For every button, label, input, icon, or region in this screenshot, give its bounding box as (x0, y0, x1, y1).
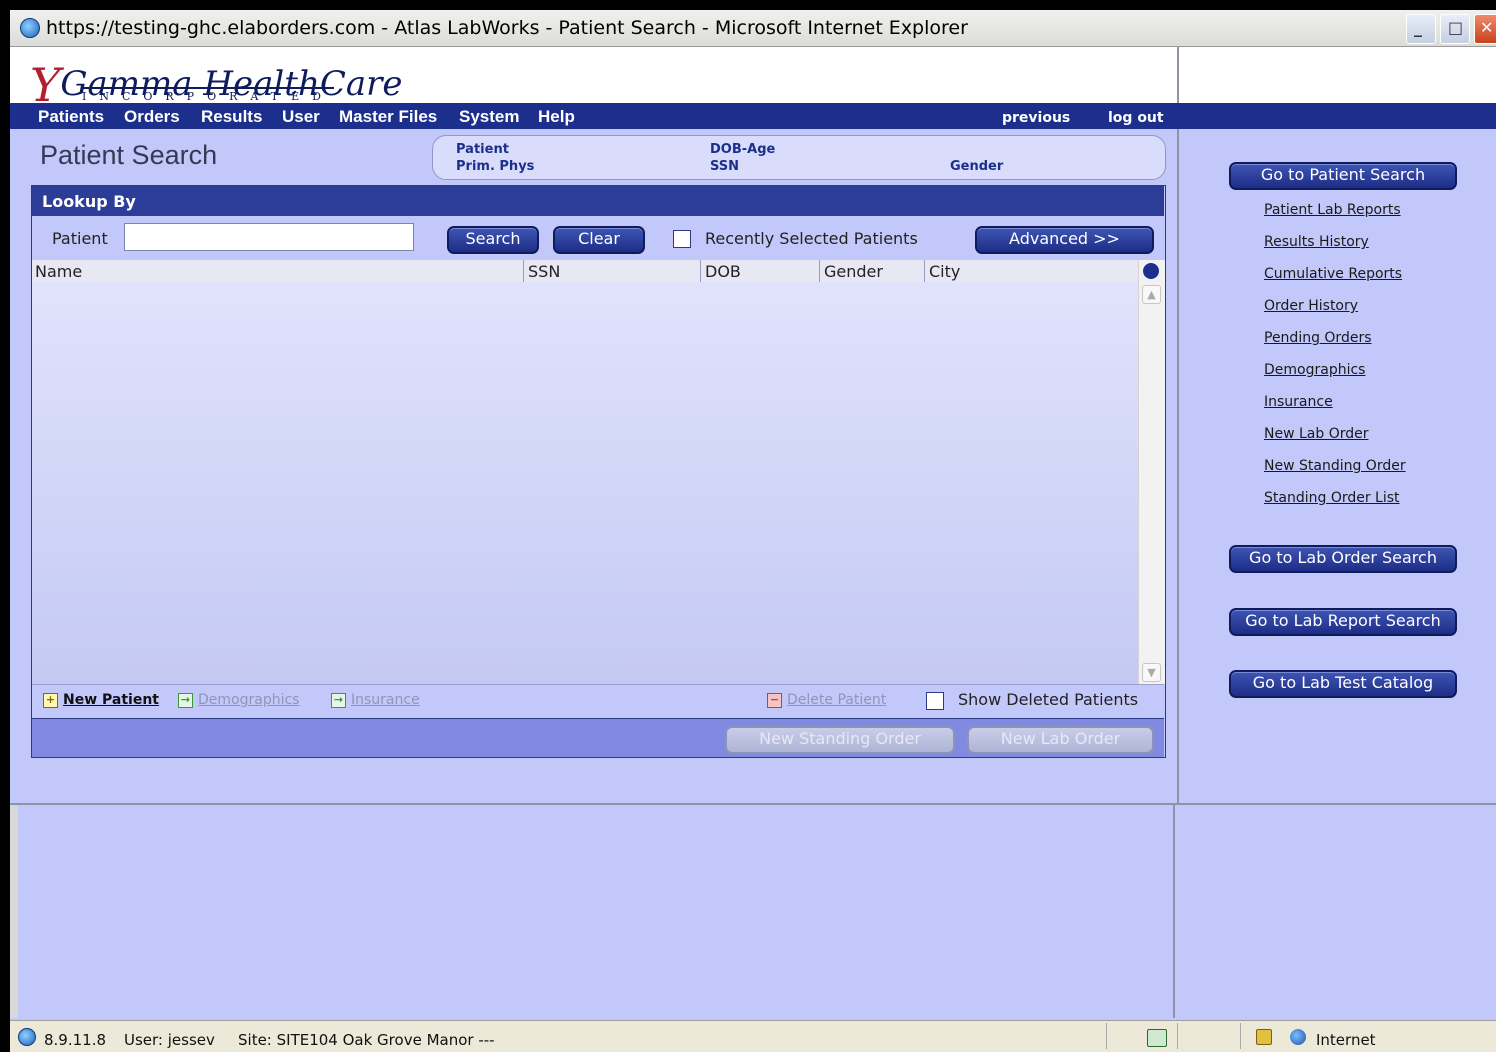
status-separator (1240, 1023, 1241, 1049)
grid-scrollbar[interactable] (1138, 260, 1165, 684)
go-lab-order-search-button[interactable]: Go to Lab Order Search (1229, 545, 1457, 573)
status-separator (1106, 1023, 1107, 1049)
minimize-button[interactable]: _ (1406, 14, 1436, 44)
new-standing-order-button[interactable]: New Standing Order (725, 726, 955, 754)
menu-patients[interactable]: Patients (38, 107, 104, 127)
show-deleted-label: Show Deleted Patients (958, 690, 1139, 709)
col-name[interactable]: Name (35, 262, 82, 281)
status-user: User: jessev (124, 1031, 215, 1049)
col-gender[interactable]: Gender (824, 262, 883, 281)
advanced-button[interactable]: Advanced >> (975, 226, 1154, 254)
col-dob[interactable]: DOB (705, 262, 741, 281)
patient-label: Patient (52, 229, 108, 248)
col-separator[interactable] (924, 260, 925, 282)
go-lab-report-search-button[interactable]: Go to Lab Report Search (1229, 608, 1457, 636)
arrow-right-icon: → (331, 693, 346, 708)
go-patient-search-button[interactable]: Go to Patient Search (1229, 162, 1457, 190)
menu-results[interactable]: Results (201, 107, 262, 127)
logo-subtitle: INCORPORATED (82, 87, 334, 103)
page-icon (18, 1028, 36, 1046)
clear-button[interactable]: Clear (553, 226, 645, 254)
window-title: https://testing-ghc.elaborders.com - Atl… (46, 17, 968, 39)
recent-patients-checkbox[interactable] (673, 230, 691, 248)
new-lab-order-button[interactable]: New Lab Order (967, 726, 1154, 754)
col-separator[interactable] (523, 260, 524, 282)
demographics-link[interactable]: Demographics (198, 692, 299, 708)
status-separator (1177, 1023, 1178, 1049)
grid-header (32, 260, 1138, 283)
results-history-link[interactable]: Results History (1264, 234, 1369, 250)
info-prim-phys-label: Prim. Phys (456, 159, 535, 174)
col-city[interactable]: City (929, 262, 960, 281)
window-top-edge (0, 0, 1496, 10)
new-patient-link[interactable]: New Patient (63, 692, 159, 708)
standing-order-list-link[interactable]: Standing Order List (1264, 490, 1400, 506)
col-separator[interactable] (819, 260, 820, 282)
page-title: Patient Search (40, 140, 218, 170)
show-deleted-checkbox[interactable] (926, 692, 944, 710)
demographics-sidebar-link[interactable]: Demographics (1264, 362, 1365, 378)
lookup-header (32, 186, 1164, 216)
logo-banner-right (1179, 47, 1496, 103)
menu-user[interactable]: User (282, 107, 320, 127)
menu-system[interactable]: System (459, 107, 519, 127)
previous-link[interactable]: previous (1002, 110, 1070, 126)
new-standing-order-link[interactable]: New Standing Order (1264, 458, 1406, 474)
menu-orders[interactable]: Orders (124, 107, 180, 127)
cumulative-reports-link[interactable]: Cumulative Reports (1264, 266, 1402, 282)
insurance-sidebar-link[interactable]: Insurance (1264, 394, 1333, 410)
recent-patients-label: Recently Selected Patients (705, 229, 918, 248)
menu-help[interactable]: Help (538, 107, 575, 127)
menu-master-files[interactable]: Master Files (339, 107, 437, 127)
window-left-edge (0, 10, 10, 1051)
col-separator[interactable] (700, 260, 701, 282)
bottom-frame-right (1177, 805, 1496, 1018)
patient-search-input[interactable] (124, 223, 414, 251)
close-button[interactable]: ✕ (1474, 14, 1496, 44)
status-zone: Internet (1316, 1031, 1376, 1049)
new-lab-order-link[interactable]: New Lab Order (1264, 426, 1369, 442)
logout-link[interactable]: log out (1108, 110, 1164, 126)
delete-icon: − (767, 693, 782, 708)
order-history-link[interactable]: Order History (1264, 298, 1358, 314)
search-button[interactable]: Search (447, 226, 539, 254)
lookup-title: Lookup By (42, 192, 136, 211)
col-ssn[interactable]: SSN (528, 262, 560, 281)
column-chooser-icon[interactable] (1143, 263, 1159, 279)
globe-icon (1290, 1029, 1306, 1045)
scroll-down-icon[interactable]: ▼ (1142, 663, 1161, 682)
insurance-link[interactable]: Insurance (351, 692, 420, 708)
info-dob-age-label: DOB-Age (710, 142, 776, 157)
delete-patient-link[interactable]: Delete Patient (787, 692, 886, 708)
close-icon: ✕ (1480, 18, 1494, 37)
popup-blocker-icon[interactable] (1147, 1029, 1167, 1047)
status-bar (10, 1020, 1496, 1052)
lock-icon[interactable] (1256, 1029, 1272, 1045)
status-version: 8.9.11.8 (44, 1031, 107, 1049)
maximize-button[interactable]: □ (1440, 14, 1470, 44)
status-site: Site: SITE104 Oak Grove Manor --- (238, 1031, 495, 1049)
arrow-right-icon: → (178, 693, 193, 708)
go-lab-test-catalog-button[interactable]: Go to Lab Test Catalog (1229, 670, 1457, 698)
maximize-icon: □ (1448, 18, 1464, 37)
pending-orders-link[interactable]: Pending Orders (1264, 330, 1372, 346)
info-ssn-label: SSN (710, 159, 740, 174)
ie-icon[interactable] (20, 18, 40, 38)
patient-lab-reports-link[interactable]: Patient Lab Reports (1264, 202, 1401, 218)
patient-info-box (432, 135, 1166, 180)
minimize-icon: _ (1414, 18, 1422, 37)
scroll-up-icon[interactable]: ▲ (1142, 285, 1161, 304)
bottom-frame-left (10, 805, 1175, 1018)
add-icon: + (43, 693, 58, 708)
info-gender-label: Gender (950, 159, 1004, 174)
patient-results-grid[interactable] (32, 282, 1138, 684)
info-patient-label: Patient (456, 142, 509, 157)
